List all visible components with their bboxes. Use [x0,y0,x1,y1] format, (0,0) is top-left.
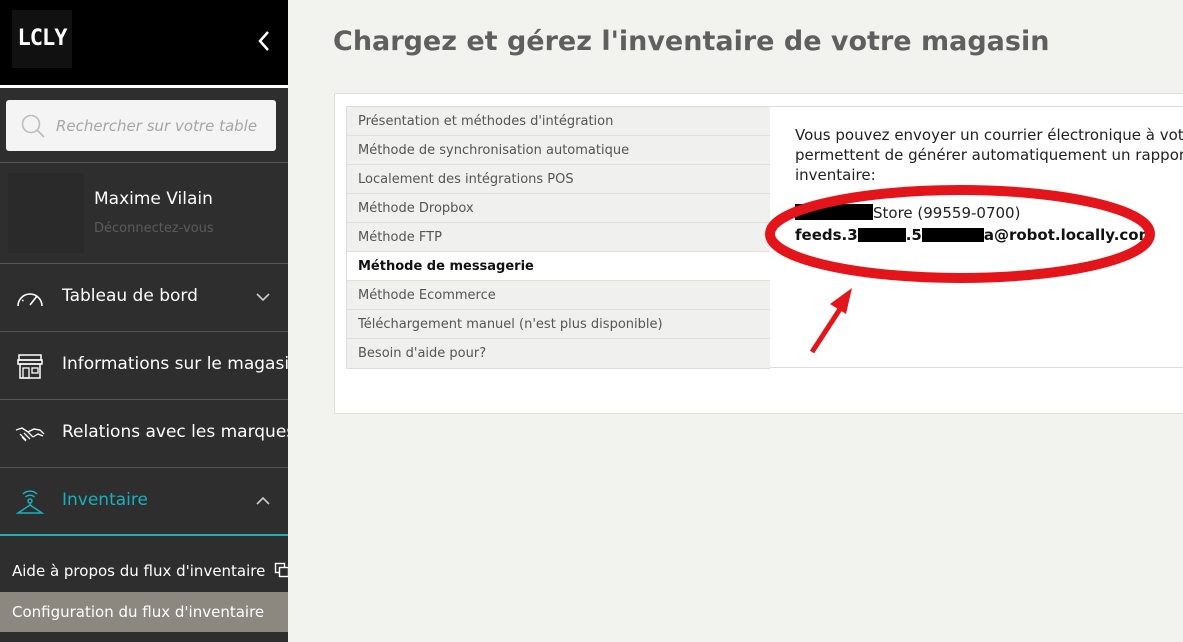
feed-suffix: a@robot.locally.com [983,226,1155,244]
tab-dropbox[interactable]: Méthode Dropbox [347,194,770,223]
nav-label: Relations avec les marques [62,422,288,442]
tab-pos[interactable]: Localement des intégrations POS [347,165,770,194]
feed-prefix: feeds.3 [795,226,858,244]
chevron-left-icon[interactable] [252,24,276,58]
external-link-icon [274,562,288,578]
page-title: Chargez et gérez l'inventaire de votre m… [333,26,1050,57]
sub-item-label: Aide à propos du flux d'inventaire [12,562,266,580]
tab-ecommerce[interactable]: Méthode Ecommerce [347,281,770,310]
inventory-card: Présentation et méthodes d'intégration M… [334,93,1183,414]
nav-item-dashboard[interactable]: Tableau de bord [0,264,288,332]
tab-overview[interactable]: Présentation et méthodes d'intégration [347,107,770,136]
nav-label: Inventaire [62,490,148,510]
tab-auto-sync[interactable]: Méthode de synchronisation automatique [347,136,770,165]
tab-email[interactable]: Méthode de messagerie [347,252,770,281]
redaction [857,228,906,242]
search-icon [21,114,45,138]
user-name: Maxime Vilain [94,189,213,209]
store-icon [17,354,43,379]
search-box [6,100,276,151]
search-area [0,88,288,163]
tab-manual-upload[interactable]: Téléchargement manuel (n'est plus dispon… [347,310,770,339]
chevron-down-icon [256,293,270,302]
sub-item-label: Configuration du flux d'inventaire [12,603,265,621]
store-suffix: Store (99559-0700) [873,204,1021,222]
feed-mid: .5 [905,226,922,244]
logo[interactable]: LCLY [12,10,72,68]
nav-item-inventory[interactable]: Inventaire [0,468,288,536]
store-name: Store (99559-0700) [795,204,1020,222]
chevron-up-icon [256,496,270,505]
redaction [795,204,873,220]
nav-label: Informations sur le magasin [62,354,288,374]
hanger-signal-icon [15,490,45,514]
nav-item-store-info[interactable]: Informations sur le magasin [0,332,288,400]
sub-item-inventory-help[interactable]: Aide à propos du flux d'inventaire [0,551,288,591]
avatar [8,173,84,253]
panel-intro: Vous pouvez envoyer un courrier électron… [795,126,1183,184]
sub-item-inventory-config[interactable]: Configuration du flux d'inventaire [0,592,288,632]
handshake-icon [15,427,45,442]
feed-email[interactable]: feeds.3 .5 a@robot.locally.com [795,226,1154,244]
nav-label: Tableau de bord [62,286,198,306]
email-method-panel: Vous pouvez envoyer un courrier électron… [770,106,1183,368]
search-input[interactable] [56,100,270,151]
tab-ftp[interactable]: Méthode FTP [347,223,770,252]
logo-bar: LCLY [0,0,288,88]
sidebar: LCLY Maxime Vilain Déconnectez-vous Tabl… [0,0,288,642]
user-profile: Maxime Vilain Déconnectez-vous [0,163,288,264]
nav-item-brand-relations[interactable]: Relations avec les marques [0,400,288,468]
logout-link[interactable]: Déconnectez-vous [94,221,214,236]
gauge-icon [17,293,43,307]
method-tabs: Présentation et méthodes d'intégration M… [346,106,770,369]
redaction [921,228,984,242]
tab-help[interactable]: Besoin d'aide pour? [347,339,770,368]
